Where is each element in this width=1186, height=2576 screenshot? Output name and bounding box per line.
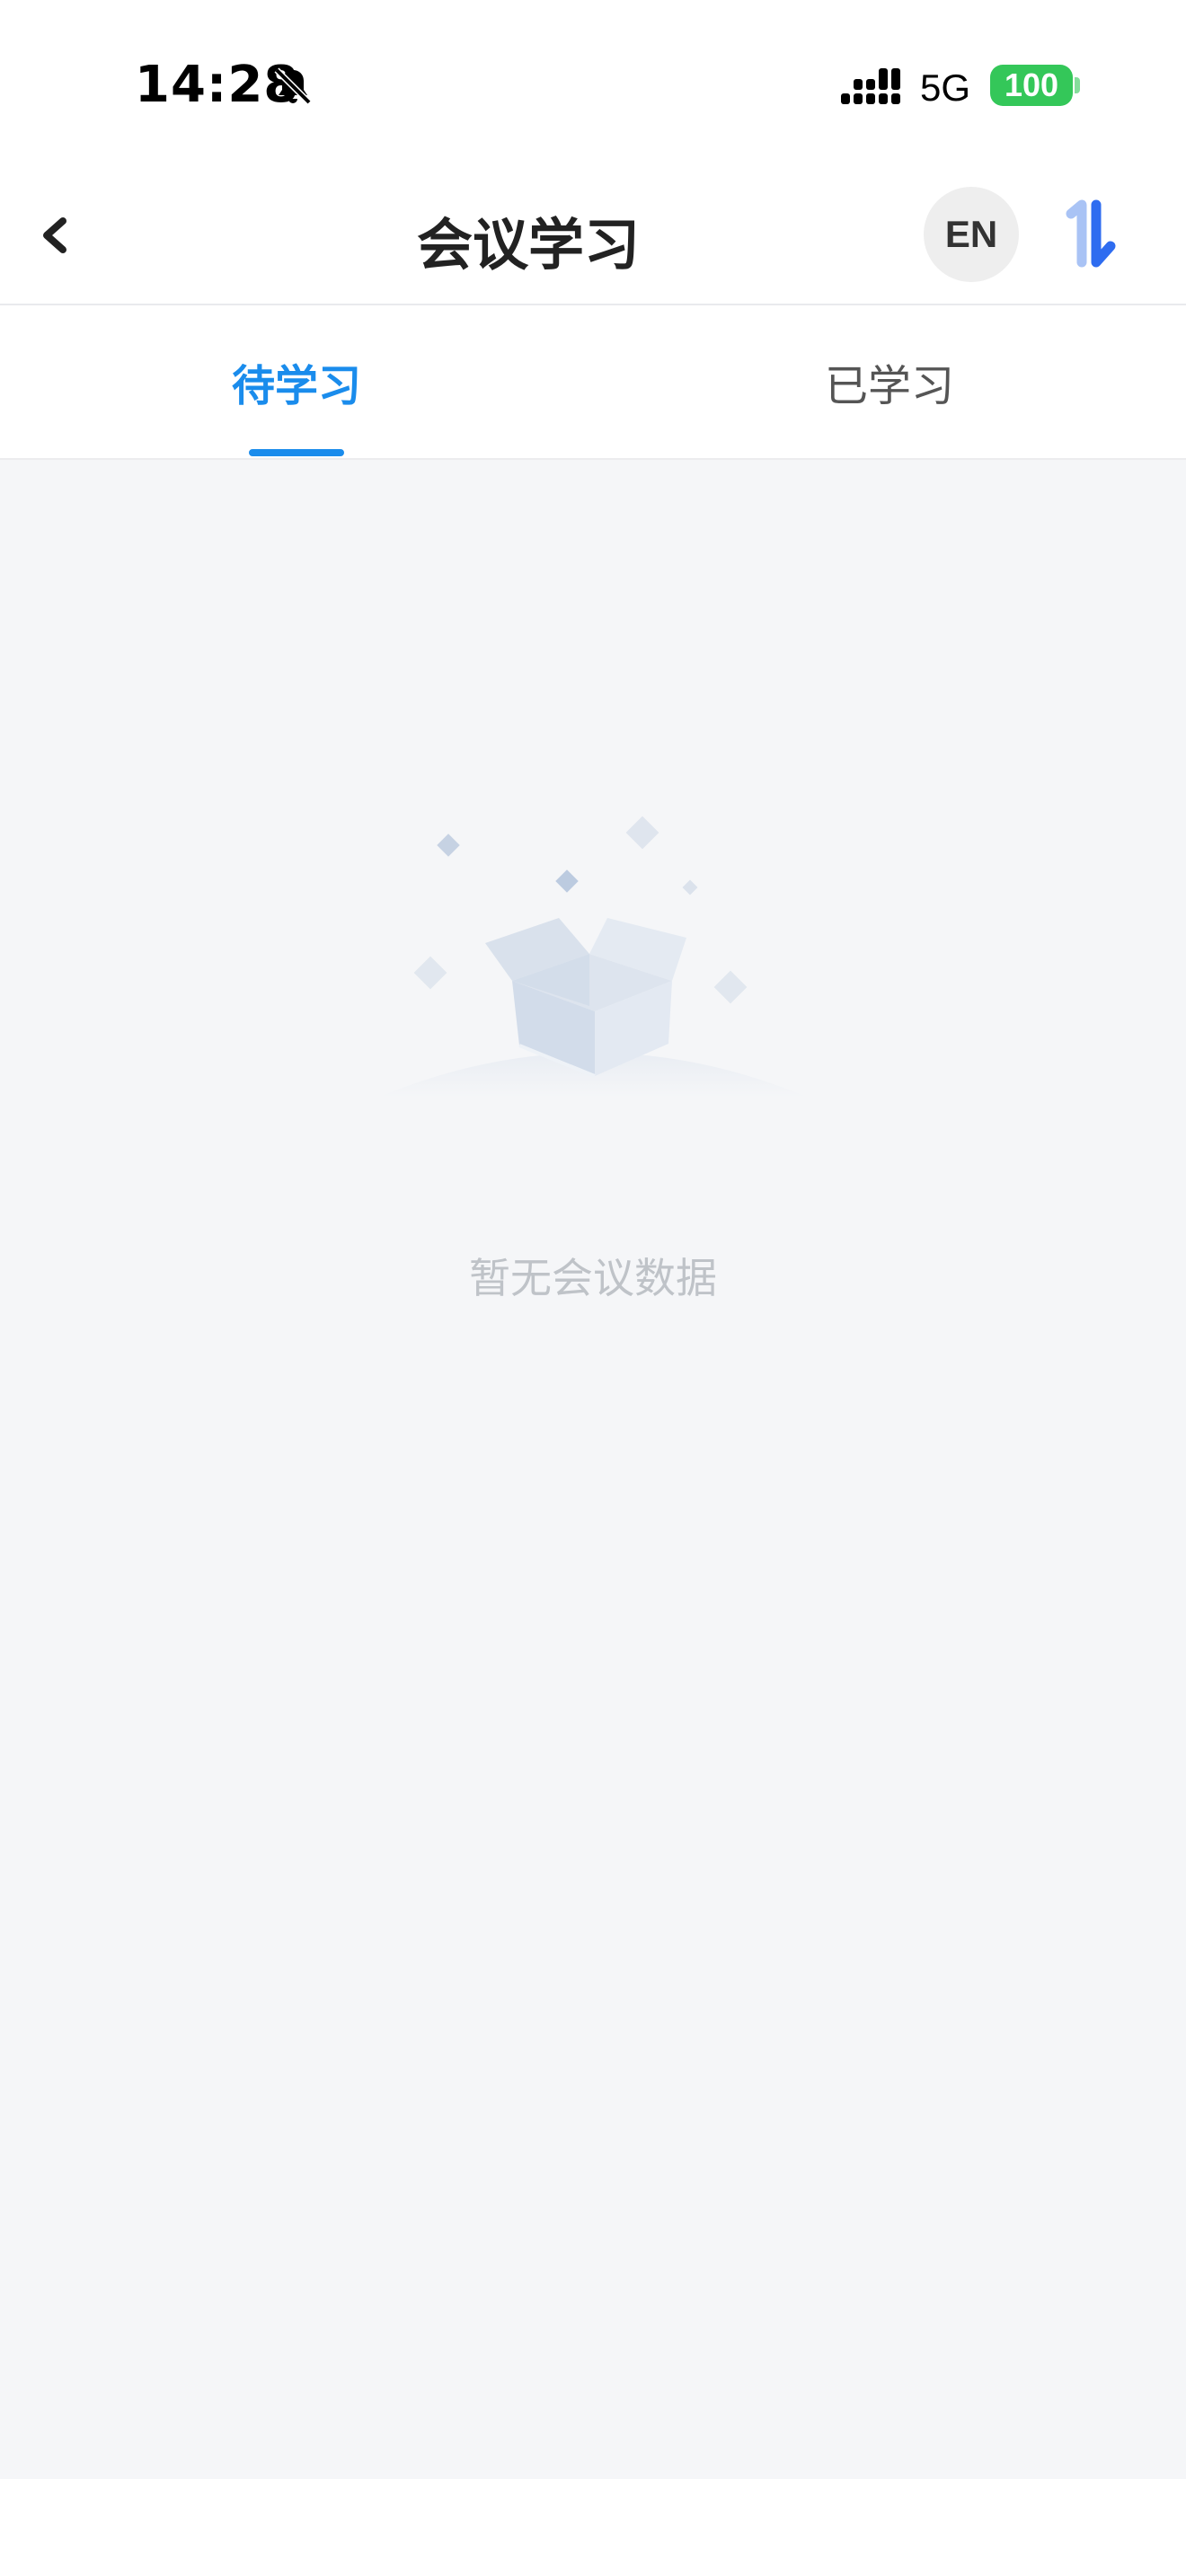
tab-to-study[interactable]: 待学习 <box>0 305 593 458</box>
tab-studied[interactable]: 已学习 <box>593 305 1186 458</box>
page-title-text: 会议学习 <box>416 212 640 278</box>
battery-cap <box>1075 77 1080 93</box>
empty-state-message: 暂无会议数据 <box>469 1254 717 1302</box>
active-tab-indicator <box>249 449 344 456</box>
bell-slash-icon <box>274 67 312 105</box>
tab-label: 待学习 <box>231 361 361 411</box>
language-button[interactable]: EN <box>924 187 1019 282</box>
tab-bar: 待学习 已学习 <box>0 305 1186 460</box>
status-bar: 14:28 5G 100 <box>0 0 1186 171</box>
bottom-safe-area <box>0 2479 1186 2576</box>
battery-level: 100 <box>1004 66 1059 103</box>
content-area: 暂无会议数据 <box>0 460 1186 2479</box>
signal-icon <box>841 68 900 104</box>
empty-box-icon <box>377 816 809 1098</box>
tab-label: 已学习 <box>824 361 954 411</box>
nav-bar: 会议学习 EN <box>0 171 1186 305</box>
network-type: 5G <box>920 66 971 109</box>
battery-icon: 100 <box>990 65 1073 106</box>
sort-icon[interactable] <box>1057 198 1128 271</box>
